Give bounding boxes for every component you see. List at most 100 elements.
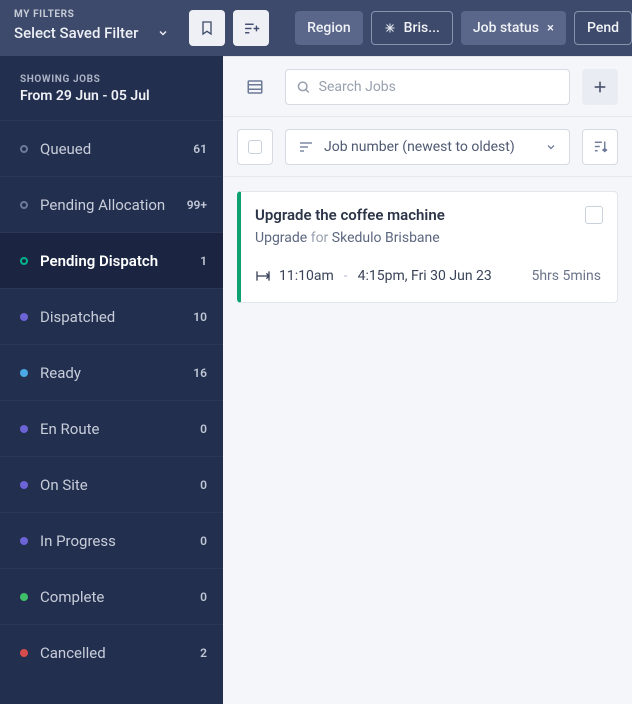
panel-toggle-icon (246, 78, 264, 96)
status-dot-icon (20, 425, 28, 433)
status-dot-icon (20, 537, 28, 545)
sidebar-status-item[interactable]: Dispatched 10 (0, 288, 223, 344)
saved-filter-text: Select Saved Filter (14, 24, 138, 42)
status-count: 1 (200, 254, 207, 268)
time-dash: - (344, 268, 348, 284)
status-label: Cancelled (40, 644, 106, 662)
checkbox-icon (248, 140, 262, 154)
status-dot-icon (20, 593, 28, 601)
status-item-left: Complete (20, 588, 104, 606)
status-item-left: In Progress (20, 532, 116, 550)
status-count: 10 (193, 310, 207, 324)
chip-job-status[interactable]: Job status × (461, 11, 566, 45)
job-type: Upgrade (255, 230, 307, 246)
date-range: From 29 Jun - 05 Jul (20, 88, 205, 104)
bookmark-icon (199, 20, 215, 36)
top-bar: MY FILTERS Select Saved Filter Region Br… (0, 0, 632, 56)
sort-select[interactable]: Job number (newest to oldest) (285, 129, 570, 165)
status-label: Complete (40, 588, 104, 606)
search-icon (296, 79, 311, 95)
status-list: Queued 61 Pending Allocation 99+ Pending Dis… (0, 120, 223, 680)
status-label: Dispatched (40, 308, 115, 326)
add-job-button[interactable] (582, 69, 618, 105)
filter-add-icon (243, 20, 260, 37)
chip-label: Job status (473, 20, 539, 36)
status-item-left: Ready (20, 364, 81, 382)
job-duration: 5hrs 5mins (531, 268, 601, 284)
job-time-left: 11:10am - 4:15pm, Fri 30 Jun 23 (255, 268, 492, 284)
sort-left: Job number (newest to oldest) (298, 139, 515, 155)
saved-filter-dropdown[interactable]: Select Saved Filter (14, 24, 169, 42)
main-panel: Job number (newest to oldest) Upgrade th… (223, 56, 632, 704)
search-box[interactable] (285, 69, 570, 105)
chevron-down-icon (157, 27, 169, 39)
sidebar-status-item[interactable]: Cancelled 2 (0, 624, 223, 680)
job-card[interactable]: Upgrade the coffee machine Upgrade for S… (237, 191, 618, 303)
status-count: 2 (200, 646, 207, 660)
close-icon[interactable]: × (547, 21, 554, 36)
chip-label: Region (307, 20, 351, 36)
showing-label: SHOWING JOBS (20, 74, 205, 85)
sidebar: SHOWING JOBS From 29 Jun - 05 Jul Queued… (0, 56, 223, 704)
sidebar-status-item[interactable]: Complete 0 (0, 568, 223, 624)
status-dot-icon (20, 369, 28, 377)
status-count: 99+ (187, 198, 207, 212)
sidebar-status-item[interactable]: Pending Dispatch 1 (0, 232, 223, 288)
status-item-left: Queued (20, 140, 91, 158)
my-filters-label: MY FILTERS (14, 9, 169, 20)
job-account: Skedulo Brisbane (332, 230, 440, 246)
sidebar-status-item[interactable]: Pending Allocation 99+ (0, 176, 223, 232)
status-dot-icon (20, 481, 28, 489)
chip-label: Pend (587, 20, 619, 36)
status-dot-icon (20, 649, 28, 657)
sidebar-status-item[interactable]: Ready 16 (0, 344, 223, 400)
chip-brisbane[interactable]: Bris... (371, 11, 453, 45)
chevron-down-icon (545, 141, 557, 153)
toolbar-row-2: Job number (newest to oldest) (223, 117, 632, 177)
job-for-word: for (311, 230, 329, 246)
status-count: 0 (200, 422, 207, 436)
status-count: 0 (200, 590, 207, 604)
status-label: On Site (40, 476, 88, 494)
add-filter-button[interactable] (233, 10, 269, 46)
filter-chips-row: Region Bris... Job status × Pend (295, 0, 632, 56)
sidebar-status-item[interactable]: En Route 0 (0, 400, 223, 456)
job-subtitle: Upgrade for Skedulo Brisbane (255, 230, 601, 246)
toolbar-row-1 (223, 57, 632, 117)
status-dot-icon (20, 145, 28, 153)
status-label: Queued (40, 140, 91, 158)
sort-direction-button[interactable] (582, 129, 618, 165)
chip-pending[interactable]: Pend (574, 11, 632, 45)
status-count: 61 (193, 142, 207, 156)
panel-toggle-button[interactable] (237, 69, 273, 105)
sort-label: Job number (newest to oldest) (324, 139, 515, 155)
job-title: Upgrade the coffee machine (255, 206, 601, 224)
bookmark-button[interactable] (189, 10, 225, 46)
sidebar-status-item[interactable]: Queued 61 (0, 120, 223, 176)
time-span-icon (255, 269, 271, 283)
chip-region[interactable]: Region (295, 11, 363, 45)
status-dot-icon (20, 313, 28, 321)
status-label: Ready (40, 364, 81, 382)
sidebar-status-item[interactable]: On Site 0 (0, 456, 223, 512)
status-count: 16 (193, 366, 207, 380)
chip-label: Bris... (404, 20, 440, 36)
sidebar-status-item[interactable]: In Progress0 (0, 512, 223, 568)
lower-area: SHOWING JOBS From 29 Jun - 05 Jul Queued… (0, 56, 632, 704)
search-input[interactable] (319, 79, 559, 95)
status-item-left: On Site (20, 476, 88, 494)
status-label: Pending Dispatch (40, 252, 158, 270)
select-all-checkbox[interactable] (237, 129, 273, 165)
status-item-left: Dispatched (20, 308, 115, 326)
job-card-checkbox[interactable] (585, 206, 603, 224)
status-label: Pending Allocation (40, 196, 165, 214)
job-start-time: 11:10am (279, 268, 334, 284)
status-count: 0 (200, 478, 207, 492)
sort-icon (298, 139, 314, 155)
status-item-left: En Route (20, 420, 99, 438)
status-item-left: Pending Allocation (20, 196, 165, 214)
showing-block: SHOWING JOBS From 29 Jun - 05 Jul (0, 56, 223, 120)
job-cards-area: Upgrade the coffee machine Upgrade for S… (223, 177, 632, 317)
job-end-time: 4:15pm, Fri 30 Jun 23 (358, 268, 492, 284)
status-label: En Route (40, 420, 99, 438)
